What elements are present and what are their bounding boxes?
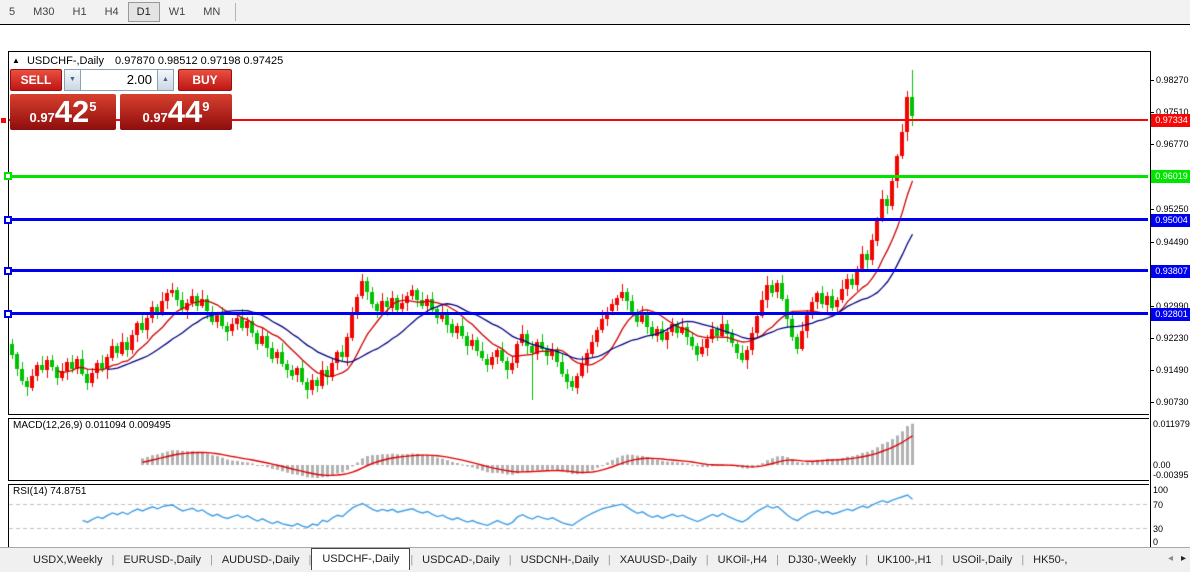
price-hline-0.95004[interactable] xyxy=(9,218,1148,221)
tab-scroll-left-icon[interactable]: ◂ xyxy=(1168,553,1173,564)
chart-tab-usdxweekly[interactable]: USDX,Weekly xyxy=(24,551,111,569)
rsi-axis-label: 70 xyxy=(1153,500,1163,510)
hline-left-marker xyxy=(1,118,6,123)
timeframe-button-m30[interactable]: M30 xyxy=(24,2,63,22)
macd-axis-label: 0.011979 xyxy=(1153,419,1190,429)
buy-button[interactable]: BUY xyxy=(178,69,232,91)
price-axis-label: 0.91490 xyxy=(1156,365,1189,375)
macd-axis-label: 0.00 xyxy=(1153,460,1171,470)
sell-price-button[interactable]: 0.97425 xyxy=(10,94,116,130)
price-axis-label: 0.98270 xyxy=(1156,75,1189,85)
price-axis-tick xyxy=(1150,370,1154,371)
chart-tab-usdcaddaily[interactable]: USDCAD-,Daily xyxy=(413,551,509,569)
rsi-axis-label: 30 xyxy=(1153,524,1163,534)
volume-input[interactable]: 2.00 xyxy=(81,69,157,91)
timeframe-toolbar: 5M30H1H4D1W1MN xyxy=(0,0,1190,25)
sell-price-prefix: 0.97 xyxy=(29,110,54,125)
chart-tab-hk50[interactable]: HK50-, xyxy=(1024,551,1076,569)
timeframe-button-h4[interactable]: H4 xyxy=(96,2,128,22)
price-axis-label: 0.90730 xyxy=(1156,397,1189,407)
chart-tab-usdcnhdaily[interactable]: USDCNH-,Daily xyxy=(512,551,608,569)
timeframe-button-d1[interactable]: D1 xyxy=(128,2,160,22)
toolbar-separator xyxy=(235,3,236,21)
price-hline-0.96019[interactable] xyxy=(9,175,1148,178)
price-axis-tick xyxy=(1150,112,1154,113)
chart-tab-bar: USDX,Weekly|EURUSD-,Daily|AUDUSD-,Daily|… xyxy=(0,547,1190,572)
price-axis-tick xyxy=(1150,209,1154,210)
price-axis-label: 0.94490 xyxy=(1156,237,1189,247)
chart-tab-uk100h1[interactable]: UK100-,H1 xyxy=(868,551,940,569)
rsi-axis-label: 0 xyxy=(1153,537,1158,547)
chart-window: 0.982700.975100.967700.952500.944900.929… xyxy=(0,24,1190,548)
chart-tab-audusddaily[interactable]: AUDUSD-,Daily xyxy=(213,551,309,569)
price-axis-label: 0.95250 xyxy=(1156,204,1189,214)
chart-title: ▲ USDCHF-,Daily 0.97870 0.98512 0.97198 … xyxy=(12,55,283,67)
chart-tab-usoildaily[interactable]: USOil-,Daily xyxy=(943,551,1021,569)
hline-left-marker xyxy=(4,216,12,224)
sell-button[interactable]: SELL xyxy=(10,69,62,91)
price-axis-tick xyxy=(1150,80,1154,81)
chart-tab-xauusddaily[interactable]: XAUUSD-,Daily xyxy=(611,551,706,569)
macd-pane-canvas[interactable] xyxy=(9,418,1149,479)
price-axis-tick xyxy=(1150,338,1154,339)
hline-left-marker xyxy=(4,310,12,318)
buy-price-button[interactable]: 0.97449 xyxy=(120,94,232,130)
price-axis-tick xyxy=(1150,306,1154,307)
volume-decrease-button[interactable]: ▼ xyxy=(64,69,81,91)
chart-ohlc-values: 0.97870 0.98512 0.97198 0.97425 xyxy=(115,55,283,67)
price-badge-0.92801: 0.92801 xyxy=(1151,308,1190,321)
price-badge-0.95004: 0.95004 xyxy=(1151,214,1190,227)
price-axis-label: 0.92230 xyxy=(1156,333,1189,343)
one-click-trading-widget: SELL ▼ 2.00 ▲ BUY 0.97425 0.97449 xyxy=(8,69,234,131)
rsi-axis-label: 100 xyxy=(1153,485,1168,495)
hline-left-marker xyxy=(4,172,12,180)
buy-price-main: 44 xyxy=(168,97,202,127)
price-badge-0.97334: 0.97334 xyxy=(1151,114,1190,127)
price-hline-0.93807[interactable] xyxy=(9,269,1148,272)
chart-tab-dj30weekly[interactable]: DJ30-,Weekly xyxy=(779,551,865,569)
price-axis-tick xyxy=(1150,402,1154,403)
volume-stepper: ▼ 2.00 ▲ xyxy=(64,69,174,91)
price-badge-0.96019: 0.96019 xyxy=(1151,170,1190,183)
price-axis-tick xyxy=(1150,144,1154,145)
chart-tab-usdchfdaily[interactable]: USDCHF-,Daily xyxy=(311,548,410,570)
buy-price-prefix: 0.97 xyxy=(142,110,167,125)
sell-price-pip: 5 xyxy=(89,99,96,114)
mt4-terminal: 5M30H1H4D1W1MN 0.982700.975100.967700.95… xyxy=(0,0,1190,572)
price-hline-0.92801[interactable] xyxy=(9,312,1148,315)
tab-scroll-right-icon[interactable]: ▸ xyxy=(1181,553,1186,564)
macd-axis-label: -0.00395 xyxy=(1153,470,1189,480)
buy-price-pip: 9 xyxy=(202,99,209,114)
timeframe-button-w1[interactable]: W1 xyxy=(160,2,195,22)
macd-label: MACD(12,26,9) 0.011094 0.009495 xyxy=(13,420,171,431)
chart-tab-eurusddaily[interactable]: EURUSD-,Daily xyxy=(114,551,210,569)
sell-price-main: 42 xyxy=(55,97,89,127)
price-axis-label: 0.96770 xyxy=(1156,139,1189,149)
chart-symbol-label: USDCHF-,Daily xyxy=(27,55,104,67)
hline-left-marker xyxy=(4,267,12,275)
chart-tab-ukoilh4[interactable]: UKOil-,H4 xyxy=(709,551,777,569)
rsi-label: RSI(14) 74.8751 xyxy=(13,486,86,497)
price-axis-tick xyxy=(1150,242,1154,243)
rsi-pane-canvas[interactable] xyxy=(9,484,1149,547)
volume-increase-button[interactable]: ▲ xyxy=(157,69,174,91)
timeframe-button-5[interactable]: 5 xyxy=(0,2,24,22)
timeframe-button-mn[interactable]: MN xyxy=(194,2,229,22)
timeframe-button-h1[interactable]: H1 xyxy=(64,2,96,22)
price-badge-0.93807: 0.93807 xyxy=(1151,265,1190,278)
chart-collapse-icon[interactable]: ▲ xyxy=(12,56,20,65)
